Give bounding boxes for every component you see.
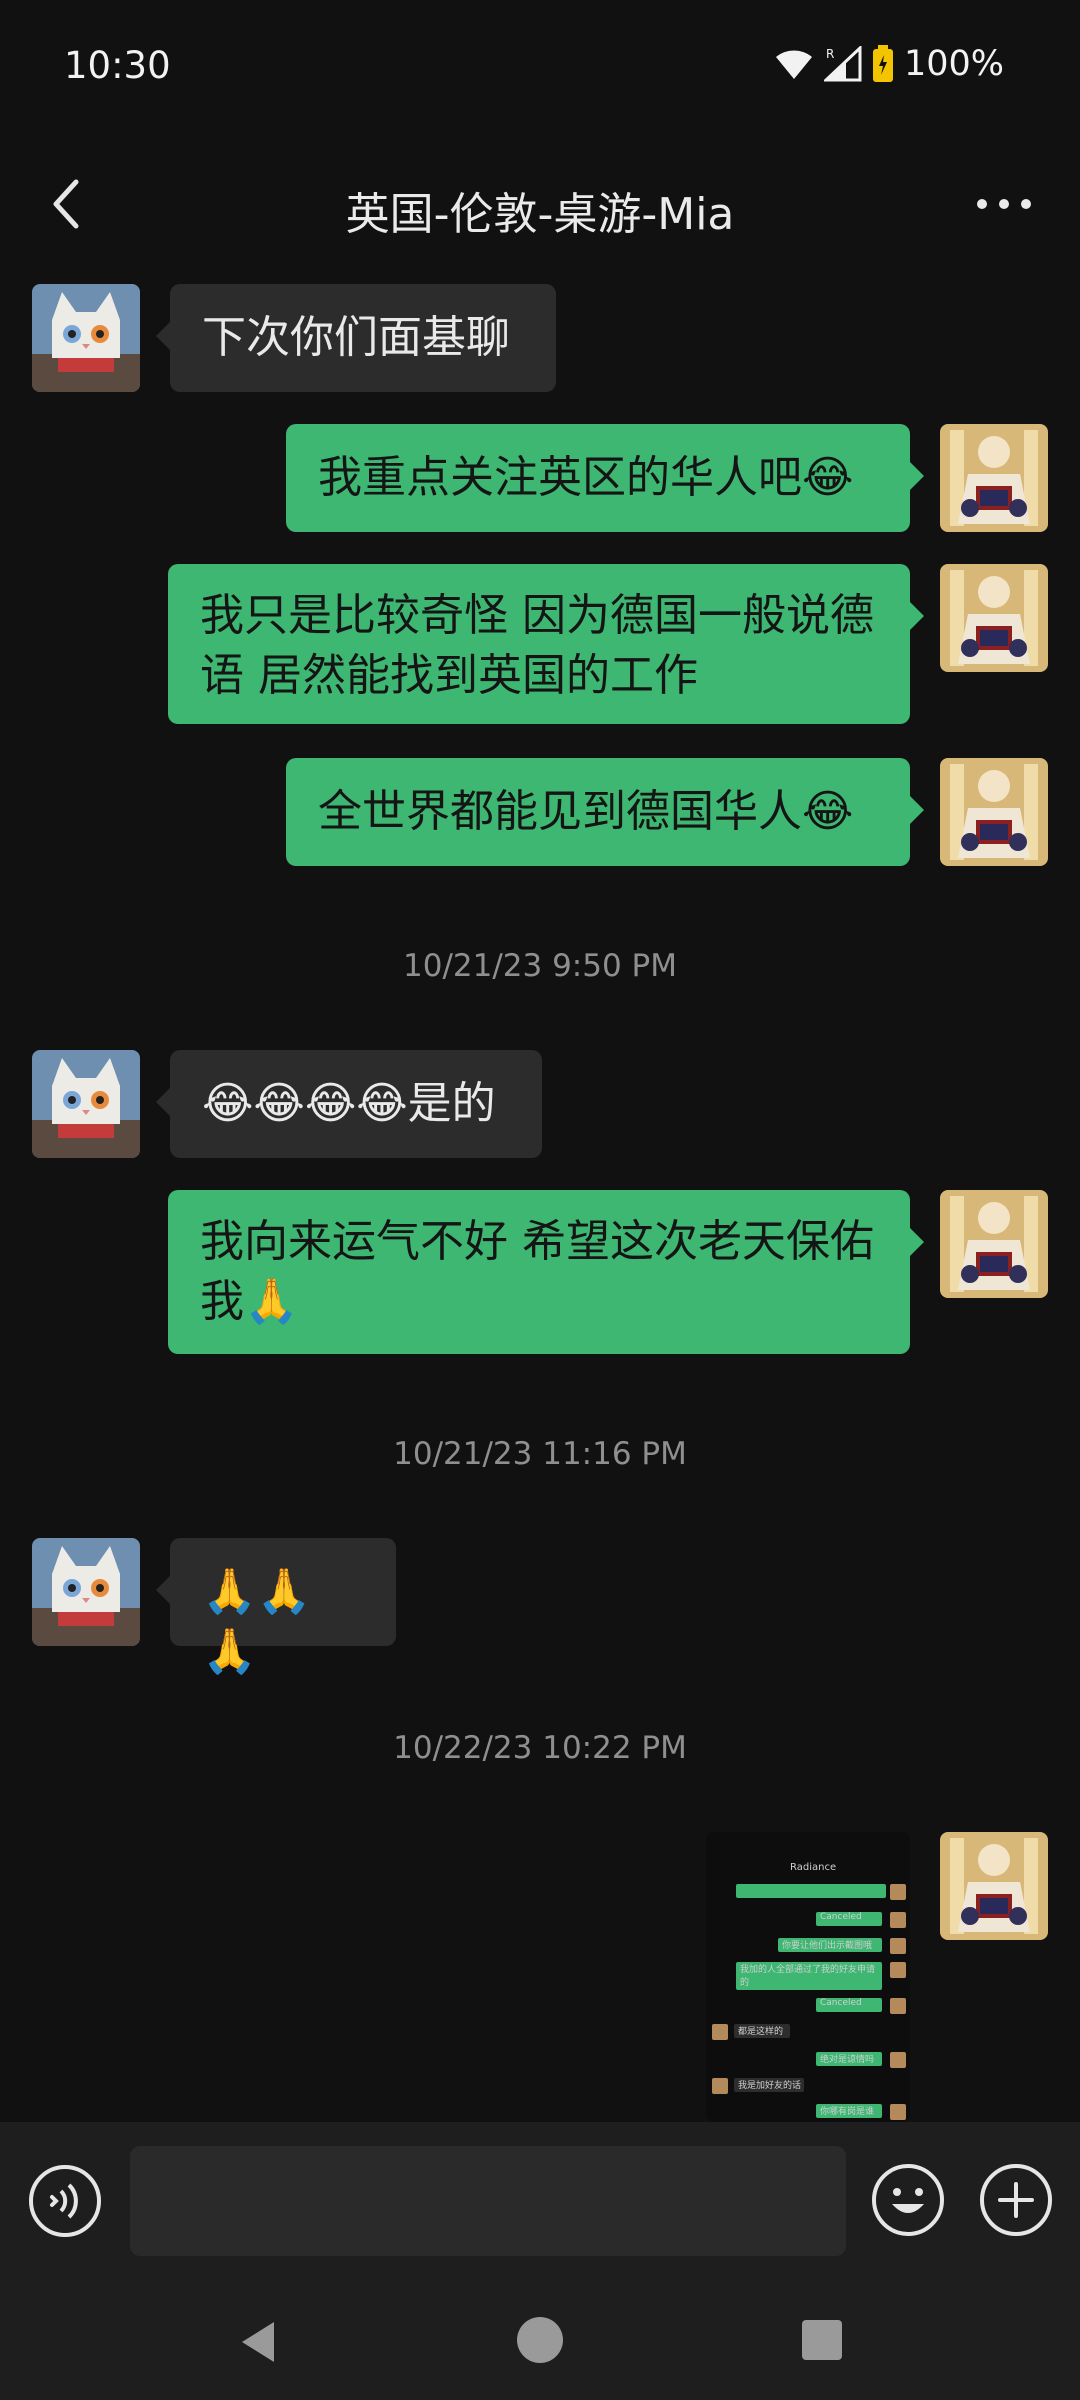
- signal-icon: R: [823, 46, 862, 82]
- emoji-button[interactable]: [870, 2162, 946, 2238]
- my-avatar[interactable]: [940, 1832, 1048, 1940]
- status-time: 10:30: [64, 44, 171, 87]
- more-actions-button[interactable]: [978, 2162, 1054, 2238]
- thumb-line: 我是加好友的话: [738, 2081, 802, 2091]
- nav-back-button[interactable]: [234, 2318, 282, 2366]
- message-input[interactable]: [130, 2146, 846, 2256]
- outgoing-message[interactable]: 我重点关注英区的华人吧😂: [286, 424, 924, 532]
- wifi-icon: [774, 47, 814, 81]
- message-timestamp: 10/21/23 11:16 PM: [393, 1436, 687, 1472]
- my-avatar[interactable]: [940, 758, 1048, 866]
- system-nav-bar: [0, 2282, 1080, 2400]
- incoming-message[interactable]: 🙏🙏🙏: [156, 1538, 396, 1677]
- contact-avatar[interactable]: [32, 284, 140, 392]
- voice-button[interactable]: [28, 2164, 102, 2238]
- thumb-line: Canceled: [820, 1998, 862, 2008]
- incoming-message[interactable]: 😂😂😂😂是的: [156, 1050, 542, 1158]
- outgoing-message[interactable]: 我只是比较奇怪 因为德国一般说德 语 居然能找到英国的工作: [168, 564, 924, 724]
- thumb-line: 我加的人全部通过了我的好友申请的: [740, 1965, 876, 1988]
- nav-home-icon: [517, 2317, 563, 2363]
- more-options-button[interactable]: [964, 172, 1044, 236]
- plus-icon: [980, 2164, 1052, 2236]
- contact-avatar[interactable]: [32, 1050, 140, 1158]
- thumb-line: 绝对是谅情吗: [820, 2055, 875, 2065]
- screenshot-image-message[interactable]: Radiance Canceled 你要让他们出示截图哦 我加的人全部通过了我的…: [706, 1832, 910, 2122]
- message-timestamp: 10/21/23 9:50 PM: [403, 948, 677, 984]
- contact-avatar[interactable]: [32, 1538, 140, 1646]
- thumb-line: 你要让他们出示截图哦: [782, 1941, 873, 1951]
- my-avatar[interactable]: [940, 1190, 1048, 1298]
- status-bar: 10:30 R 100%: [0, 0, 1080, 130]
- thumb-line: 你哪有岗是谁: [820, 2107, 875, 2117]
- battery-percent: 100%: [903, 44, 1004, 84]
- nav-recents-icon: [802, 2320, 842, 2360]
- chat-header: 英国-伦敦-桌游-Mia: [0, 150, 1080, 260]
- my-avatar[interactable]: [940, 424, 1048, 532]
- more-dots-icon: [977, 199, 1031, 209]
- nav-back-icon: [242, 2322, 274, 2362]
- input-bar: [0, 2122, 1080, 2282]
- nav-recents-button[interactable]: [800, 2318, 844, 2362]
- nav-home-button[interactable]: [514, 2314, 566, 2366]
- svg-text:R: R: [826, 47, 834, 61]
- thumb-line: 都是这样的: [738, 2027, 784, 2037]
- battery-icon: [872, 45, 894, 83]
- outgoing-message[interactable]: 我向来运气不好 希望这次老天保佑 我🙏: [168, 1190, 924, 1354]
- emoji-icon: [872, 2164, 944, 2236]
- voice-icon: [29, 2165, 101, 2237]
- status-icons: R 100%: [774, 44, 1004, 84]
- my-avatar[interactable]: [940, 564, 1048, 672]
- incoming-message[interactable]: 下次你们面基聊: [156, 284, 556, 392]
- chat-title: 英国-伦敦-桌游-Mia: [345, 189, 735, 240]
- message-timestamp: 10/22/23 10:22 PM: [393, 1730, 687, 1766]
- outgoing-message[interactable]: 全世界都能见到德国华人😂: [286, 758, 924, 866]
- thumb-title: Radiance: [790, 1862, 837, 1873]
- thumb-line: Canceled: [820, 1912, 862, 1922]
